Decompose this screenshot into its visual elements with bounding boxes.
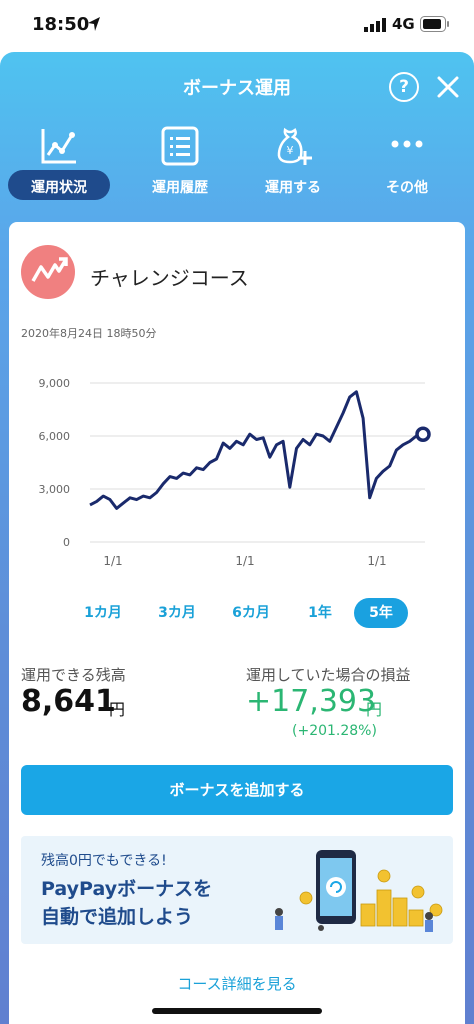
period-1-year[interactable]: 1年: [293, 598, 347, 628]
svg-text:¥: ¥: [287, 144, 294, 157]
tab-label: 運用する: [265, 180, 321, 196]
balance-label: 運用できる残高: [21, 666, 126, 684]
tab-label: その他: [386, 180, 428, 196]
profit-percent: (+201.28%): [292, 723, 377, 739]
tab-label: 運用状況: [31, 180, 87, 196]
chart-y-tick-label: 9,000: [39, 377, 71, 390]
network-type: 4G: [392, 15, 415, 33]
chart-x-tick-label: 1/1: [235, 554, 254, 568]
signal-bars-icon: [364, 18, 386, 32]
close-icon[interactable]: [434, 72, 462, 102]
profit-unit: 円: [366, 700, 383, 719]
chart-y-tick-label: 0: [63, 536, 70, 549]
promo-headline-1: PayPayボーナスを: [41, 878, 213, 900]
balance-value: 8,641: [21, 684, 116, 719]
chart-x-tick-label: 1/1: [103, 554, 122, 568]
course-detail-link[interactable]: コース詳細を見る: [0, 973, 474, 994]
home-indicator: [152, 1008, 322, 1014]
period-3-months[interactable]: 3カ月: [150, 598, 204, 628]
tab-label: 運用履歴: [152, 180, 208, 196]
promo-subtitle: 残高0円でもできる!: [41, 853, 167, 869]
chart-end-marker: [415, 426, 431, 442]
period-1-month[interactable]: 1カ月: [76, 598, 130, 628]
timestamp: 2020年8月24日 18時50分: [21, 327, 157, 340]
tab-status[interactable]: 運用状況: [4, 126, 114, 206]
period-6-months[interactable]: 6カ月: [224, 598, 278, 628]
status-time: 18:50: [32, 14, 90, 35]
profit-value: +17,393: [246, 684, 377, 719]
promo-illustration: [275, 850, 443, 932]
balance-unit: 円: [109, 700, 126, 719]
promo-headline-2: 自動で追加しよう: [41, 906, 194, 928]
status-bar: 18:50 4G: [0, 0, 474, 52]
profit-label: 運用していた場合の損益: [246, 666, 411, 684]
help-button[interactable]: ?: [389, 72, 419, 102]
more-dots-icon: [391, 140, 423, 148]
course-trend-icon: [21, 245, 75, 299]
tab-history[interactable]: 運用履歴: [125, 126, 235, 206]
location-arrow-icon: [88, 17, 100, 31]
period-5-years[interactable]: 5年: [354, 598, 408, 628]
course-name: チャレンジコース: [90, 266, 249, 290]
yen-bag-plus-icon: ¥: [277, 127, 312, 165]
list-icon: [161, 126, 199, 166]
tab-invest[interactable]: ¥ 運用する: [238, 126, 348, 206]
add-bonus-button[interactable]: ボーナスを追加する: [21, 765, 453, 815]
chart-y-tick-label: 3,000: [39, 483, 71, 496]
tab-more[interactable]: その他: [352, 126, 462, 206]
battery-icon: [420, 16, 449, 32]
performance-chart: 0 3,000 6,000 9,000 1/1 1/1 1/1: [39, 377, 431, 568]
line-chart-icon: [41, 129, 76, 164]
chart-x-tick-label: 1/1: [367, 554, 386, 568]
auto-add-promo-banner[interactable]: 残高0円でもできる! PayPayボーナスを 自動で追加しよう: [21, 836, 453, 944]
chart-line: [89, 390, 424, 510]
chart-y-tick-label: 6,000: [39, 430, 71, 443]
